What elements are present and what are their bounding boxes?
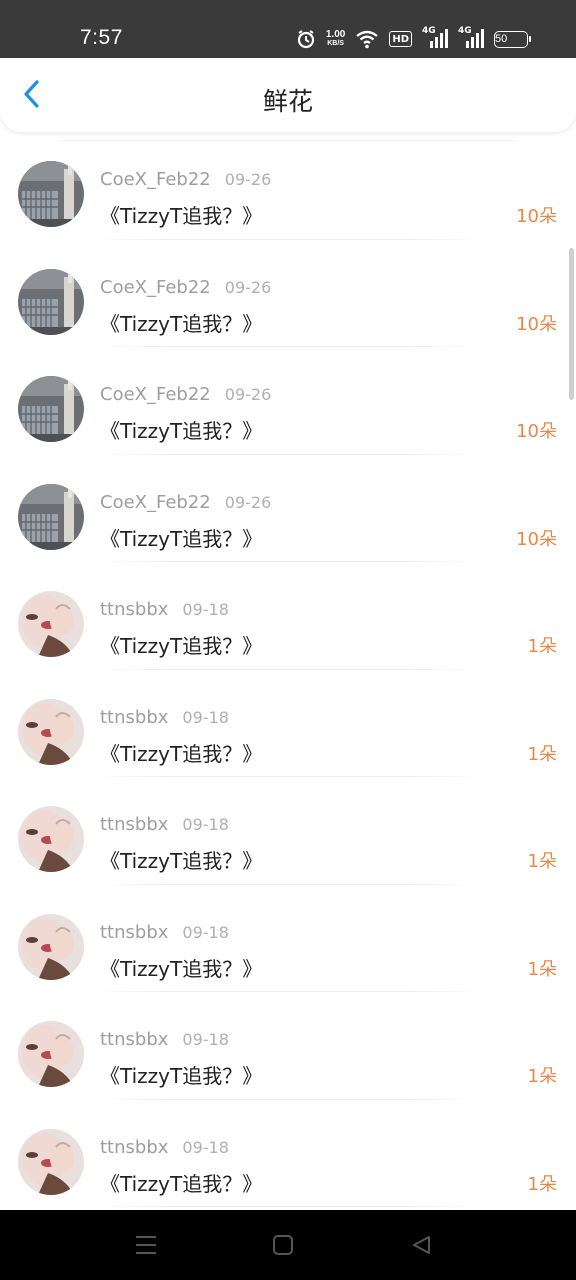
- date-text: 09-26: [224, 277, 272, 297]
- status-time: 7:57: [80, 26, 123, 49]
- flower-count: 1朵: [527, 743, 557, 765]
- signal-icon-1: 4G: [422, 26, 448, 49]
- date-text: 09-18: [182, 815, 229, 834]
- avatar[interactable]: [18, 268, 84, 335]
- avatar[interactable]: [18, 1128, 84, 1195]
- list-item[interactable]: ttnsbbx 09-18 《TizzyT追我？》 1朵: [0, 885, 576, 992]
- item-title: 《TizzyT追我？》: [100, 634, 263, 658]
- item-title: 《TizzyT追我？》: [100, 1064, 263, 1088]
- status-bar: 7:57 1.00 KB/S HD 4G 4G 50: [0, 0, 576, 58]
- date-text: 09-18: [182, 707, 229, 727]
- flower-list[interactable]: CoeX_Feb22 09-26 《TizzyT追我？》 10朵 CoeX_Feb22 0…: [0, 132, 576, 1210]
- hd-badge: HD: [389, 31, 412, 47]
- avatar[interactable]: [18, 591, 84, 657]
- date-text: 09-18: [182, 1030, 229, 1049]
- username-text: CoeX_Feb22: [100, 491, 211, 513]
- avatar[interactable]: [18, 913, 84, 980]
- avatar[interactable]: [18, 806, 84, 872]
- flower-count: 1朵: [527, 636, 557, 657]
- username: CoeX_Feb22 09-26: [100, 277, 271, 298]
- battery-indicator: 50: [494, 30, 531, 48]
- username-text: ttnsbbx: [100, 1136, 169, 1158]
- date-text: 09-26: [224, 492, 272, 512]
- flower-count: 1朵: [527, 851, 557, 872]
- date-text: 09-18: [182, 922, 229, 942]
- network-speed: 1.00 KB/S: [326, 30, 345, 48]
- avatar[interactable]: [18, 698, 84, 765]
- username: ttnsbbx 09-18: [100, 599, 229, 620]
- username-text: ttnsbbx: [100, 1029, 169, 1050]
- flower-count: 10朵: [516, 206, 557, 227]
- top-app-bar: 鲜花: [0, 58, 576, 132]
- network-speed-unit: KB/S: [327, 40, 344, 47]
- list-item[interactable]: CoeX_Feb22 09-26 《TizzyT追我？》 10朵: [0, 347, 576, 455]
- list-item[interactable]: ttnsbbx 09-18 《TizzyT追我？》 1朵: [0, 777, 576, 885]
- flower-count: 10朵: [516, 313, 557, 335]
- list-item[interactable]: ttnsbbx 09-18 《TizzyT追我？》 1朵: [0, 1100, 576, 1207]
- date-text: 09-26: [224, 170, 272, 189]
- item-title: 《TizzyT追我？》: [100, 849, 263, 873]
- username: ttnsbbx 09-18: [100, 814, 229, 835]
- username-text: ttnsbbx: [100, 921, 169, 943]
- item-title: 《TizzyT追我？》: [100, 311, 263, 336]
- triangle-back-icon[interactable]: [406, 1230, 436, 1260]
- username: ttnsbbx 09-18: [100, 707, 229, 728]
- username: CoeX_Feb22 09-26: [100, 384, 271, 405]
- scrollbar[interactable]: [569, 248, 574, 400]
- username-text: CoeX_Feb22: [100, 169, 211, 190]
- username: CoeX_Feb22 09-26: [100, 169, 271, 190]
- list-item[interactable]: ttnsbbx 09-18 《TizzyT追我？》 1朵: [0, 670, 576, 777]
- username-text: CoeX_Feb22: [100, 384, 211, 405]
- flower-count: 10朵: [516, 528, 557, 550]
- item-title: 《TizzyT追我？》: [100, 1171, 263, 1196]
- list-item[interactable]: CoeX_Feb22 09-26 《TizzyT追我？》 10朵: [0, 455, 576, 562]
- page-title: 鲜花: [262, 87, 313, 116]
- status-icons: 1.00 KB/S HD 4G 4G 50: [296, 26, 531, 52]
- date-text: 09-26: [224, 385, 272, 404]
- username-text: CoeX_Feb22: [100, 276, 211, 298]
- flower-count: 1朵: [527, 1173, 557, 1195]
- list-item[interactable]: ttnsbbx 09-18 《TizzyT追我？》 1朵: [0, 562, 576, 670]
- flower-count: 10朵: [516, 421, 557, 442]
- username: ttnsbbx 09-18: [100, 1029, 229, 1050]
- date-text: 09-18: [182, 1137, 229, 1157]
- signal-2-label: 4G: [458, 26, 472, 36]
- item-title: 《TizzyT追我？》: [100, 741, 263, 766]
- alarm-icon: [296, 29, 316, 49]
- username: CoeX_Feb22 09-26: [100, 492, 271, 513]
- username-text: ttnsbbx: [100, 814, 169, 835]
- flower-count: 1朵: [527, 958, 557, 980]
- list-item[interactable]: ttnsbbx 09-18 《TizzyT追我？》 1朵: [0, 992, 576, 1100]
- flower-count: 1朵: [527, 1066, 557, 1087]
- item-title: 《TizzyT追我？》: [100, 419, 263, 443]
- item-title: 《TizzyT追我？》: [100, 526, 263, 551]
- signal-1-label: 4G: [422, 26, 436, 36]
- avatar[interactable]: [18, 1021, 84, 1087]
- avatar[interactable]: [18, 161, 84, 227]
- network-speed-value: 1.00: [325, 29, 346, 40]
- username-text: ttnsbbx: [100, 706, 169, 728]
- list-item[interactable]: CoeX_Feb22 09-26 《TizzyT追我？》 10朵: [0, 132, 576, 240]
- square-home-icon[interactable]: [268, 1230, 298, 1260]
- username: ttnsbbx 09-18: [100, 1137, 229, 1158]
- system-nav-bar: [0, 1210, 576, 1280]
- divider: [96, 1206, 480, 1207]
- menu-icon[interactable]: [131, 1230, 161, 1260]
- date-text: 09-18: [182, 600, 229, 619]
- avatar[interactable]: [18, 483, 84, 550]
- username: ttnsbbx 09-18: [100, 922, 229, 943]
- wifi-icon: [355, 29, 379, 49]
- avatar[interactable]: [18, 376, 84, 442]
- username-text: ttnsbbx: [100, 599, 169, 620]
- item-title: 《TizzyT追我？》: [100, 956, 263, 981]
- item-title: 《TizzyT追我？》: [100, 204, 263, 228]
- signal-icon-2: 4G: [458, 26, 484, 49]
- list-item[interactable]: CoeX_Feb22 09-26 《TizzyT追我？》 10朵: [0, 240, 576, 347]
